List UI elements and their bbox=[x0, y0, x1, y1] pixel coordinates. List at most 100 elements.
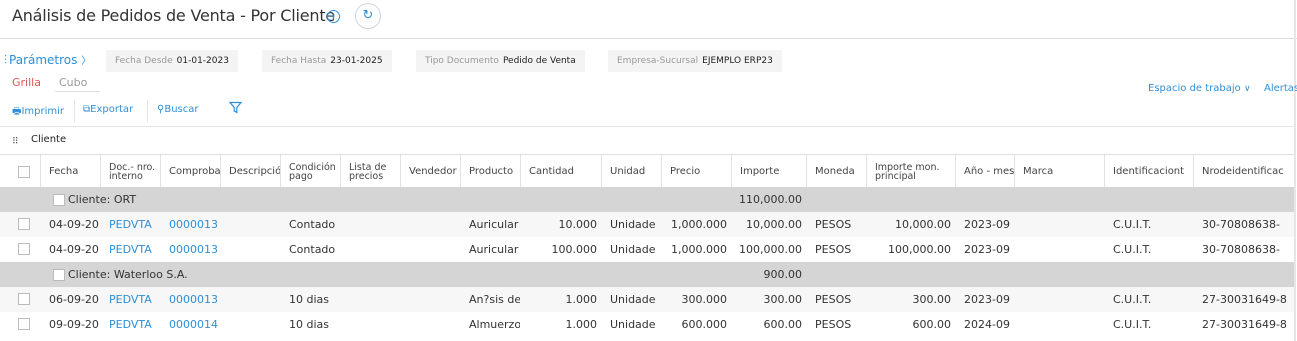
cell-cant: 1.000 bbox=[565, 318, 598, 331]
row-checkbox[interactable] bbox=[18, 218, 30, 230]
column-header-moneda[interactable]: Moneda bbox=[806, 155, 866, 188]
column-header-producto[interactable]: Producto bbox=[460, 155, 520, 188]
cell-fecha: 09-09-20 bbox=[49, 318, 99, 331]
expand-checkbox[interactable] bbox=[53, 193, 65, 206]
cell-cond: Contado bbox=[289, 218, 336, 231]
cell-comp[interactable]: 0000013 bbox=[169, 287, 220, 312]
column-header-cantidad[interactable]: Cantidad bbox=[520, 155, 601, 188]
group-total-importe: 110,000.00 bbox=[739, 193, 802, 206]
cell-cond: Contado bbox=[289, 243, 336, 256]
column-header-nrodeidentificacion[interactable]: Nrodeidentificac bbox=[1193, 155, 1294, 188]
table-row[interactable]: 09-09-20 PEDVTA 0000014 10 dias Almuerzo 1.00… bbox=[0, 312, 1294, 337]
table-row[interactable]: 04-09-20 PEDVTA 0000013 Contado Auricular 100… bbox=[0, 237, 1294, 262]
cell-precio: 600.000 bbox=[681, 318, 728, 331]
row-checkbox[interactable] bbox=[18, 243, 30, 255]
select-all-checkbox[interactable] bbox=[12, 155, 32, 188]
cell-nro: 27-30031649-8 bbox=[1202, 293, 1287, 306]
refresh-button[interactable]: ↻ bbox=[355, 3, 381, 29]
cell-doc[interactable]: PEDVTA bbox=[109, 287, 160, 312]
row-select[interactable] bbox=[18, 312, 34, 337]
cell-comp[interactable]: 0000013 bbox=[169, 212, 220, 237]
cell-comp[interactable]: 0000013 bbox=[169, 237, 220, 262]
row-select[interactable] bbox=[18, 287, 34, 312]
cell-fecha: 04-09-20 bbox=[49, 218, 99, 231]
group-title: Cliente: ORT bbox=[68, 193, 137, 206]
row-checkbox[interactable] bbox=[18, 293, 30, 305]
cell-prod: Almuerzo bbox=[469, 318, 520, 331]
cell-nro: 30-70808638- bbox=[1202, 243, 1280, 256]
column-header-condici-n-pago[interactable]: Condición pago bbox=[280, 155, 340, 188]
column-header-vendedor[interactable]: Vendedor bbox=[400, 155, 460, 188]
tab-grilla[interactable]: Grilla bbox=[12, 76, 41, 89]
grid-header: Fecha Doc.- nro. interno Comproba Descripci… bbox=[0, 154, 1294, 189]
group-row[interactable]: Cliente: ORT 110,000.00 bbox=[0, 187, 1294, 212]
scrollbar-track[interactable] bbox=[1294, 0, 1296, 341]
column-header-comprobante[interactable]: Comproba bbox=[160, 155, 220, 188]
expand-checkbox[interactable] bbox=[53, 268, 65, 281]
cell-unidad: Unidade bbox=[610, 218, 656, 231]
funnel-icon[interactable] bbox=[228, 101, 243, 118]
column-header-importe-mon-principal[interactable]: Importe mon. principal bbox=[866, 155, 955, 188]
cell-precio: 1,000.000 bbox=[671, 218, 727, 231]
column-header-a-o-mes[interactable]: Año - mes bbox=[955, 155, 1014, 188]
cell-doc[interactable]: PEDVTA bbox=[109, 237, 160, 262]
page-title: Análisis de Pedidos de Venta - Por Clien… bbox=[12, 6, 336, 25]
group-row[interactable]: Cliente: Waterloo S.A. 900.00 bbox=[0, 262, 1294, 287]
tab-underline bbox=[55, 91, 100, 92]
cell-cond: 10 dias bbox=[289, 293, 330, 306]
row-select[interactable] bbox=[18, 237, 34, 262]
row-select[interactable] bbox=[18, 212, 34, 237]
column-header-doc-nro-interno[interactable]: Doc.- nro. interno bbox=[100, 155, 160, 188]
cell-comp[interactable]: 0000014 bbox=[169, 312, 220, 337]
table-row[interactable]: 04-09-20 PEDVTA 0000013 Contado Auricular 10.… bbox=[0, 212, 1294, 237]
column-header-fecha[interactable]: Fecha bbox=[40, 155, 100, 188]
workspace-dropdown[interactable]: Espacio de trabajo ∨ bbox=[1148, 83, 1251, 94]
filter-fecha-desde[interactable]: Fecha Desde 01-01-2023 bbox=[106, 50, 238, 72]
filter-fecha-hasta[interactable]: Fecha Hasta 23-01-2025 bbox=[262, 50, 392, 72]
cell-importe: 300.00 bbox=[763, 293, 803, 306]
alerts-link[interactable]: Alertas bbox=[1264, 83, 1297, 94]
chevron-right-icon: 〉 bbox=[81, 56, 92, 67]
grid-separator bbox=[0, 126, 1294, 127]
cell-moneda: PESOS bbox=[815, 218, 852, 231]
filter-value: 23-01-2025 bbox=[330, 56, 383, 66]
cell-importe: 600.00 bbox=[763, 318, 803, 331]
column-header-unidad[interactable]: Unidad bbox=[601, 155, 661, 188]
column-header-lista-de-precios[interactable]: Lista de precios bbox=[340, 155, 400, 188]
info-icon[interactable]: i bbox=[327, 10, 340, 23]
column-header-marca[interactable]: Marca bbox=[1014, 155, 1104, 188]
column-header-importe[interactable]: Importe bbox=[731, 155, 806, 188]
column-header-precio[interactable]: Precio bbox=[661, 155, 731, 188]
toolbar-divider bbox=[147, 100, 148, 122]
row-checkbox[interactable] bbox=[18, 318, 30, 330]
cell-precio: 1,000.000 bbox=[671, 243, 727, 256]
column-header-descripci-n[interactable]: Descripció bbox=[220, 155, 280, 188]
filter-value: Pedido de Venta bbox=[502, 56, 576, 66]
tab-cubo[interactable]: Cubo bbox=[59, 76, 87, 89]
chevron-down-icon: ∨ bbox=[1243, 84, 1251, 94]
print-button[interactable]: 🖶Imprimir bbox=[12, 104, 64, 121]
cell-importe: 100,000.00 bbox=[739, 243, 802, 256]
checkbox[interactable] bbox=[18, 165, 30, 178]
export-button[interactable]: ⧉Exportar bbox=[83, 104, 133, 115]
search-button[interactable]: ⚲Buscar bbox=[157, 104, 198, 115]
table-row[interactable]: 06-09-20 PEDVTA 0000013 10 dias An?sis de 1.0… bbox=[0, 287, 1294, 312]
cell-imp_pr: 100,000.00 bbox=[888, 243, 951, 256]
cell-cond: 10 dias bbox=[289, 318, 330, 331]
cell-imp_pr: 10,000.00 bbox=[895, 218, 951, 231]
filter-value: 01-01-2023 bbox=[176, 56, 229, 66]
cell-anio: 2023-09 bbox=[964, 218, 1010, 231]
cell-ident: C.U.I.T. bbox=[1113, 218, 1152, 231]
filter-empresa-sucursal[interactable]: Empresa-Sucursal EJEMPLO ERP23 bbox=[608, 50, 782, 72]
cell-cant: 10.000 bbox=[558, 218, 598, 231]
filter-tipo-documento[interactable]: Tipo Documento Pedido de Venta bbox=[416, 50, 585, 72]
cell-moneda: PESOS bbox=[815, 318, 852, 331]
cell-nro: 30-70808638- bbox=[1202, 218, 1280, 231]
group-by-label[interactable]: Cliente bbox=[31, 134, 66, 145]
filter-label: Tipo Documento bbox=[425, 56, 499, 66]
cell-doc[interactable]: PEDVTA bbox=[109, 212, 160, 237]
header-divider bbox=[0, 38, 1297, 39]
cell-doc[interactable]: PEDVTA bbox=[109, 312, 160, 337]
column-header-identificacion[interactable]: Identificaciont bbox=[1104, 155, 1193, 188]
parameters-toggle[interactable]: ⫶ Parámetros 〉 bbox=[4, 52, 91, 68]
